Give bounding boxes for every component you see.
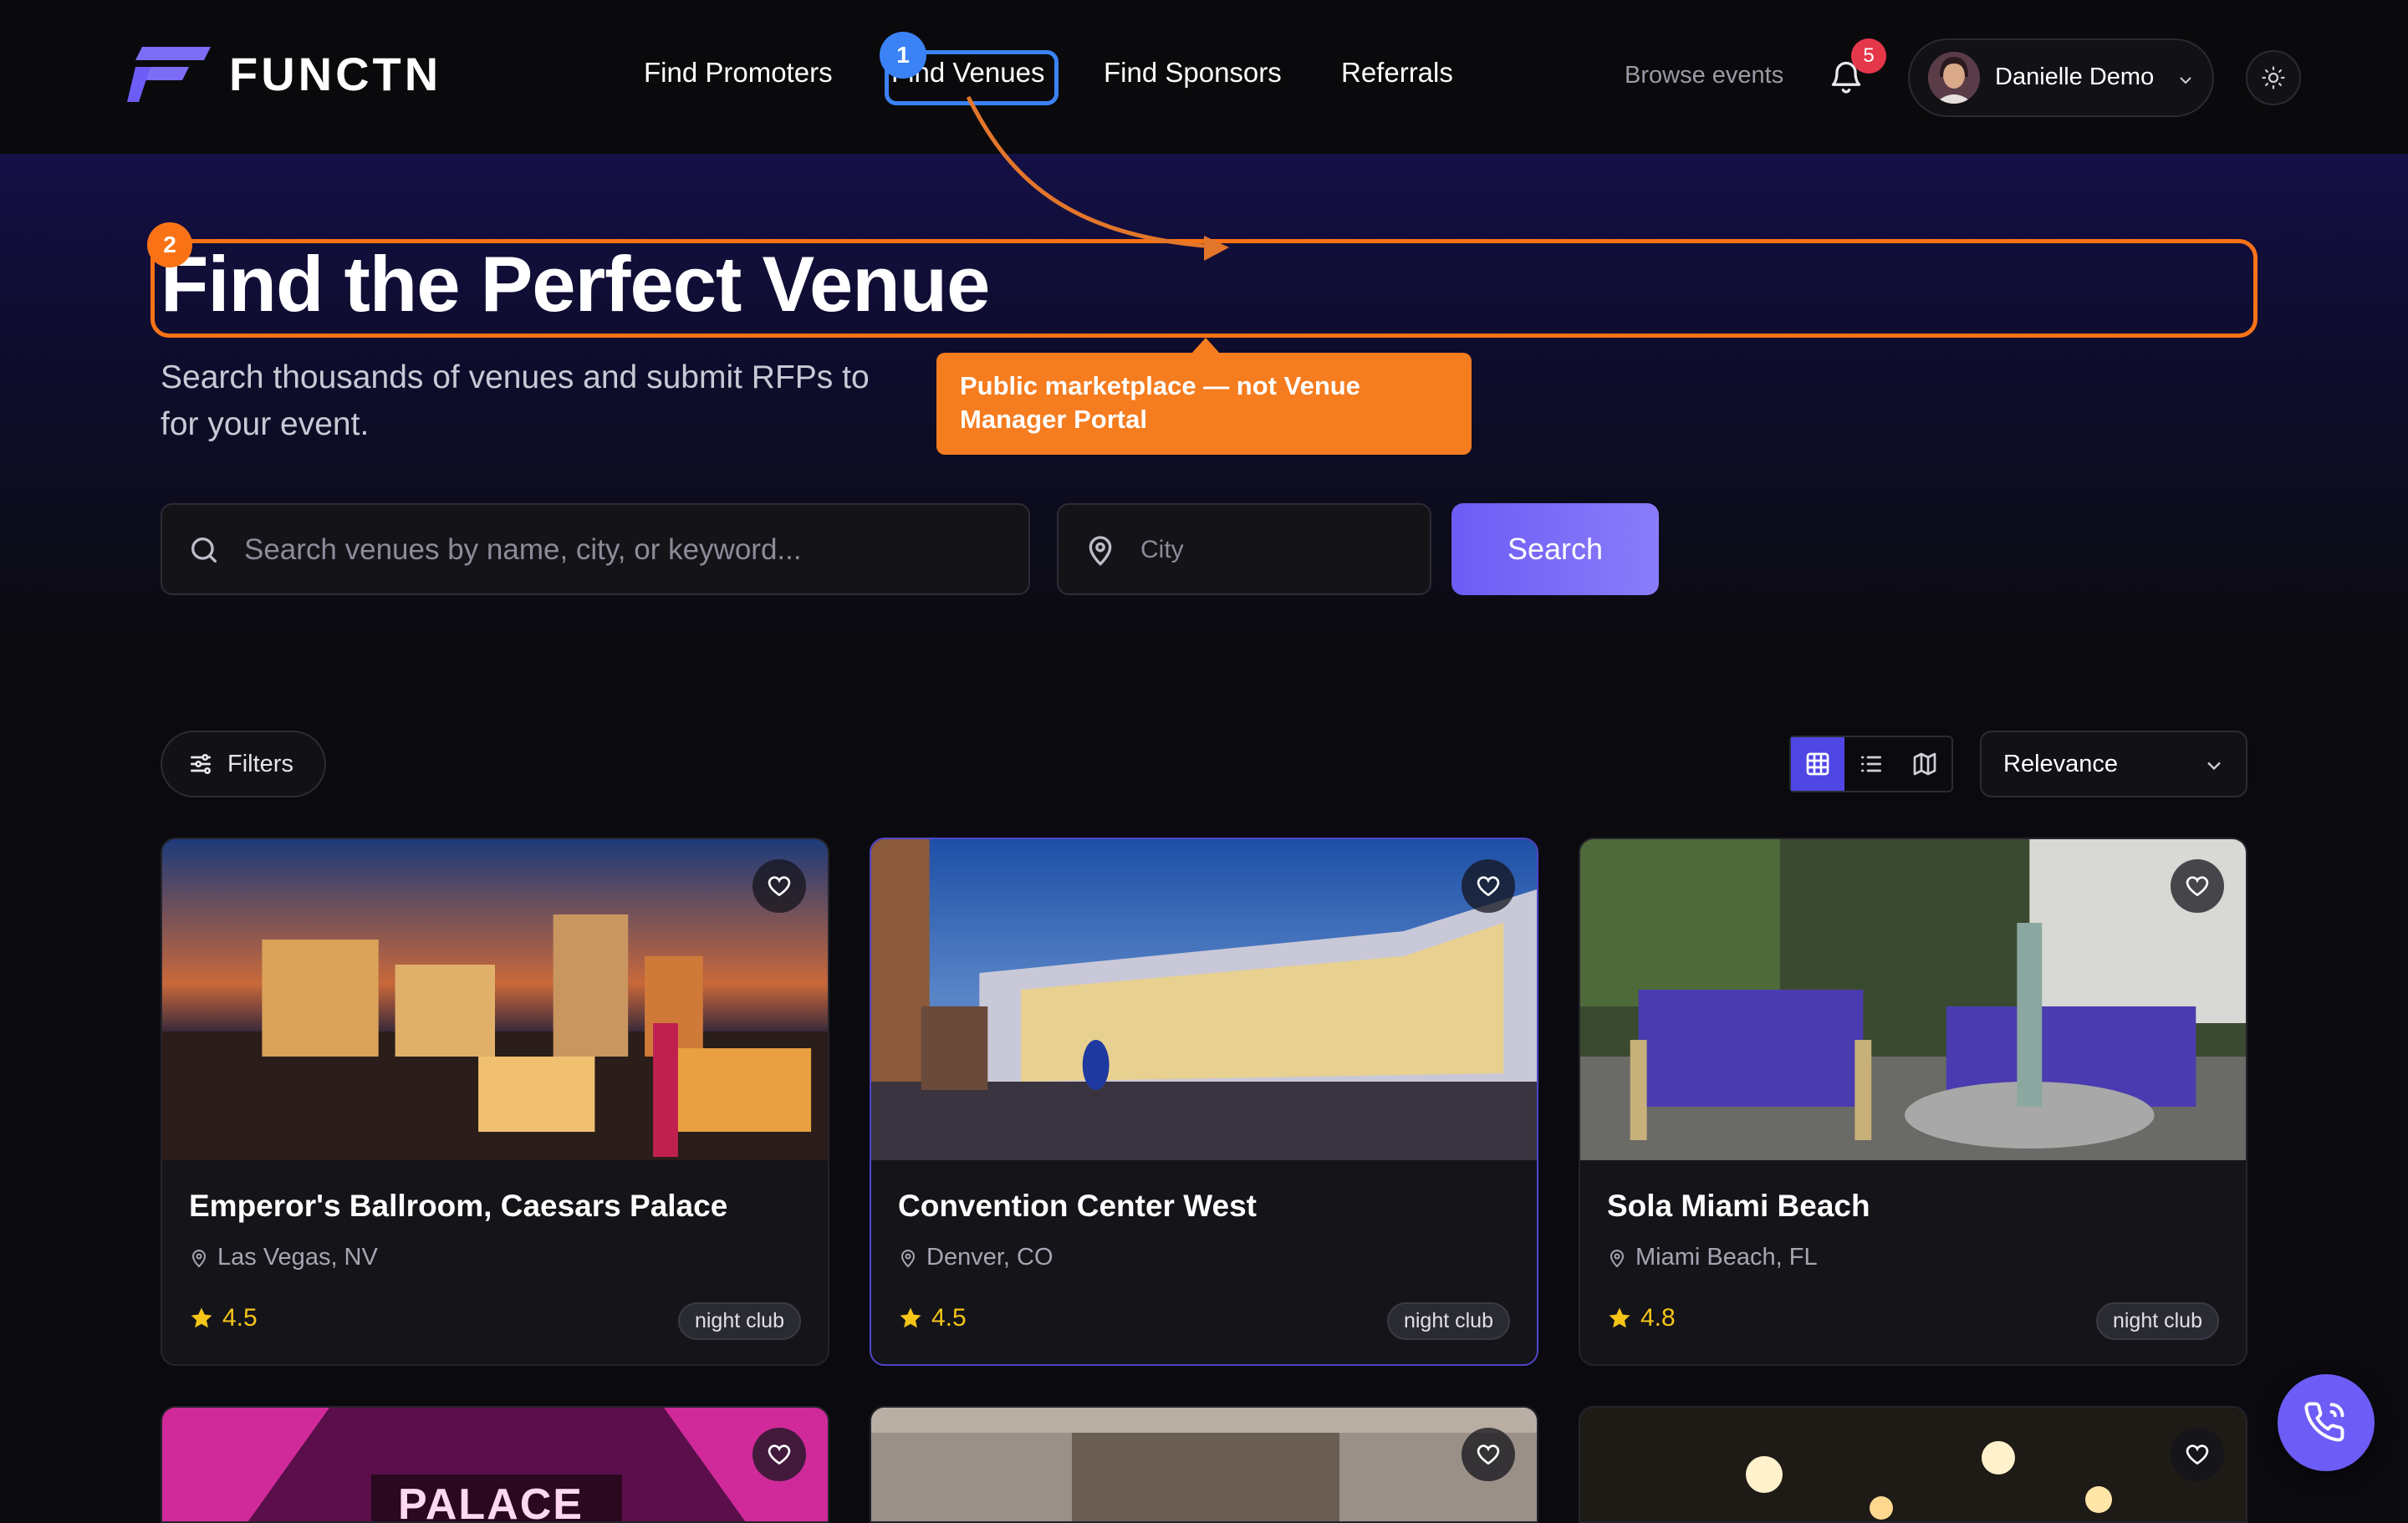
venue-card[interactable]	[870, 1406, 1538, 1523]
brand-logo[interactable]: FUNCTN	[127, 43, 441, 104]
subtitle-end: for your event.	[161, 406, 370, 442]
chevron-down-icon	[2207, 762, 2221, 771]
heart-icon	[2186, 1444, 2209, 1465]
favorite-button[interactable]	[752, 1428, 806, 1481]
browse-events-link[interactable]: Browse events	[1625, 62, 1783, 89]
venue-card[interactable]: PALACE	[161, 1406, 829, 1523]
map-view-button[interactable]	[1898, 737, 1951, 791]
venue-type-tag: night club	[677, 1302, 801, 1340]
venue-search-field[interactable]	[161, 503, 1030, 595]
venue-image	[871, 1408, 1537, 1521]
heart-icon	[2186, 876, 2209, 897]
heart-icon	[768, 876, 791, 897]
brand-name: FUNCTN	[229, 47, 442, 100]
venue-card[interactable]: Sola Miami Beach Miami Beach, FL 4.8 nig…	[1579, 838, 2247, 1366]
theme-toggle-button[interactable]	[2246, 50, 2301, 105]
nav-referrals[interactable]: Referrals	[1341, 57, 1453, 89]
venue-location: Miami Beach, FL	[1607, 1244, 1818, 1271]
venue-card[interactable]	[1579, 1406, 2247, 1523]
grid-icon	[1806, 752, 1829, 776]
venue-rating-value: 4.5	[931, 1304, 967, 1332]
venue-image	[871, 839, 1537, 1160]
favorite-button[interactable]	[752, 859, 806, 913]
sliders-icon	[191, 754, 211, 774]
filters-label: Filters	[227, 750, 293, 777]
sort-label: Relevance	[2003, 751, 2119, 777]
user-name: Danielle Demo	[1995, 64, 2155, 90]
venue-location-text: Denver, CO	[926, 1244, 1054, 1271]
filters-button[interactable]: Filters	[161, 731, 326, 797]
venue-rating-value: 4.5	[222, 1304, 258, 1332]
map-pin-icon	[191, 1249, 207, 1267]
venue-sign-text: PALACE	[398, 1480, 584, 1523]
sort-select[interactable]: Relevance	[1980, 731, 2247, 797]
star-icon	[900, 1307, 921, 1328]
venue-location: Denver, CO	[898, 1244, 1054, 1271]
city-input[interactable]	[1139, 505, 1410, 595]
star-icon	[1609, 1307, 1630, 1328]
venue-name[interactable]: Emperor's Ballroom, Caesars Palace	[189, 1189, 727, 1224]
tooltip-pointer	[1191, 338, 1221, 354]
search-input[interactable]	[242, 505, 998, 595]
annotation-step-1-marker: 1	[880, 32, 926, 79]
star-icon	[191, 1307, 212, 1328]
annotation-step-2-marker: 2	[147, 222, 192, 267]
venue-card[interactable]: Convention Center West Denver, CO 4.5 ni…	[870, 838, 1538, 1366]
venue-name[interactable]: Sola Miami Beach	[1607, 1189, 1870, 1224]
venue-image	[1580, 839, 2246, 1160]
nav-find-promoters[interactable]: Find Promoters	[644, 57, 833, 89]
heart-icon	[768, 1444, 791, 1465]
annotation-tooltip: Public marketplace — not Venue Manager P…	[936, 353, 1472, 455]
venue-rating-value: 4.8	[1640, 1304, 1676, 1332]
venue-name[interactable]: Convention Center West	[898, 1189, 1257, 1224]
list-icon	[1861, 756, 1881, 772]
sun-icon	[2262, 66, 2285, 89]
venue-image	[162, 839, 828, 1160]
notification-badge: 5	[1851, 38, 1886, 74]
search-icon	[191, 537, 217, 563]
subtitle-start: Search thousands of venues and submit RF…	[161, 359, 870, 395]
map-icon	[1913, 752, 1936, 776]
venue-type-tag: night club	[2095, 1302, 2219, 1340]
list-view-button[interactable]	[1844, 737, 1898, 791]
phone-icon	[2304, 1402, 2344, 1442]
venue-rating: 4.5	[898, 1304, 967, 1332]
user-menu[interactable]: Danielle Demo	[1908, 38, 2214, 117]
venue-location-text: Miami Beach, FL	[1635, 1244, 1818, 1271]
view-toggle-group	[1789, 736, 1953, 792]
page-subtitle: Search thousands of venues and submit RF…	[161, 354, 997, 448]
avatar	[1928, 52, 1980, 104]
map-pin-icon	[1089, 536, 1112, 566]
grid-view-button[interactable]	[1791, 737, 1844, 791]
venue-card[interactable]: Emperor's Ballroom, Caesars Palace Las V…	[161, 838, 829, 1366]
favorite-button[interactable]	[2171, 859, 2224, 913]
venue-image	[1580, 1408, 2246, 1521]
venue-type-tag: night club	[1386, 1302, 1510, 1340]
heart-icon	[1477, 1444, 1500, 1465]
map-pin-icon	[900, 1249, 916, 1267]
venue-location-text: Las Vegas, NV	[217, 1244, 378, 1271]
venue-rating: 4.5	[189, 1304, 258, 1332]
venue-location: Las Vegas, NV	[189, 1244, 378, 1271]
annotation-arrow	[966, 95, 1229, 261]
functn-logo-icon	[127, 47, 211, 102]
call-button[interactable]	[2278, 1374, 2375, 1471]
search-button[interactable]: Search	[1451, 503, 1659, 595]
heart-icon	[1477, 876, 1500, 897]
venue-rating: 4.8	[1607, 1304, 1676, 1332]
favorite-button[interactable]	[1462, 1428, 1515, 1481]
favorite-button[interactable]	[1462, 859, 1515, 913]
favorite-button[interactable]	[2171, 1428, 2224, 1481]
nav-find-sponsors[interactable]: Find Sponsors	[1104, 57, 1282, 89]
map-pin-icon	[1610, 1249, 1625, 1267]
chevron-down-icon	[2180, 77, 2191, 84]
city-field[interactable]	[1057, 503, 1431, 595]
